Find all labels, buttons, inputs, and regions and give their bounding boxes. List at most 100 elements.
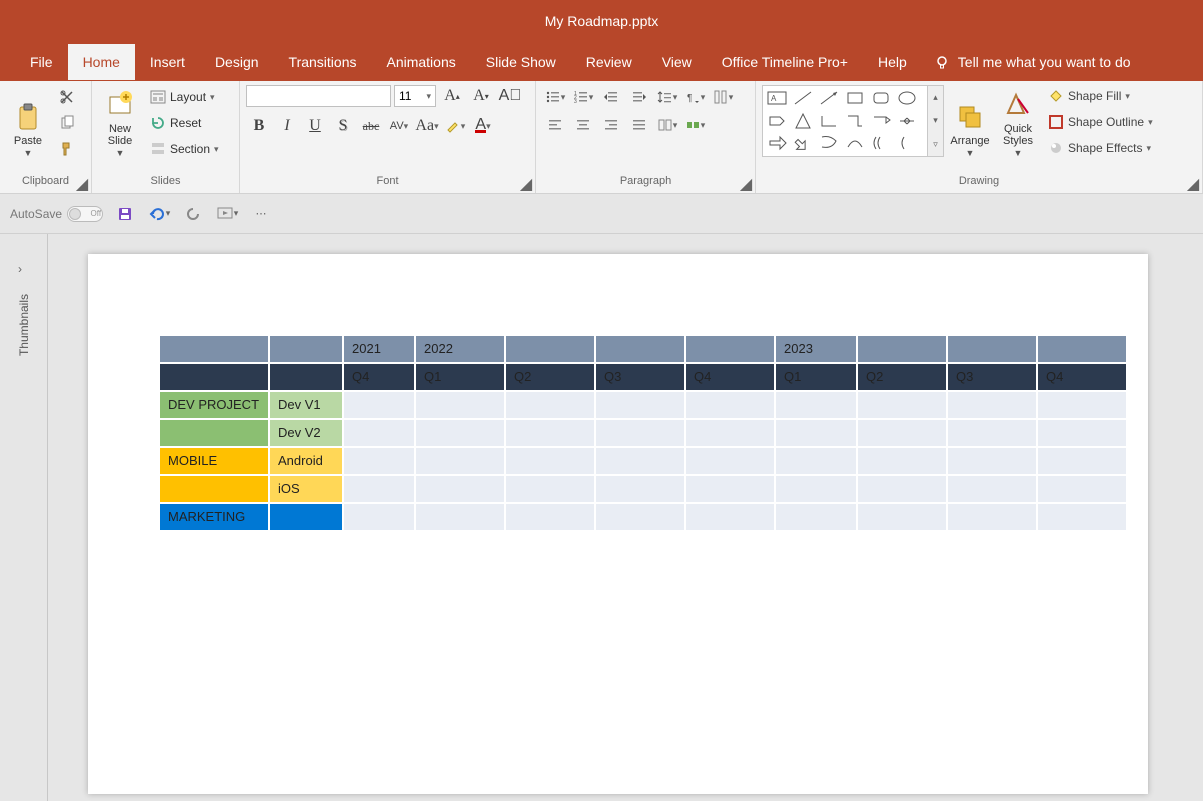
slide-canvas-area[interactable]: 202120222023Q4Q1Q2Q3Q4Q1Q2Q3Q4DEV PROJEC… xyxy=(48,234,1203,801)
shape-option[interactable] xyxy=(817,133,841,153)
align-text-vert-button[interactable]: ▾ xyxy=(710,85,736,109)
year-cell[interactable]: 2022 xyxy=(416,336,504,362)
font-name-combo[interactable] xyxy=(246,85,391,107)
paste-button[interactable]: Paste ▼ xyxy=(6,85,50,157)
dialog-launcher-icon[interactable]: ◢ xyxy=(1187,178,1199,190)
shape-option[interactable] xyxy=(817,88,841,108)
shape-option[interactable] xyxy=(895,111,919,131)
increase-indent-button[interactable] xyxy=(626,85,652,109)
quarter-cell[interactable]: Q1 xyxy=(416,364,504,390)
qat-customize-button[interactable]: ⋯ xyxy=(249,202,273,226)
table-cell[interactable] xyxy=(948,392,1036,418)
row-sublabel[interactable]: Dev V2 xyxy=(270,420,342,446)
columns-button[interactable]: ▾ xyxy=(654,113,680,137)
cut-button[interactable] xyxy=(54,85,80,109)
shape-option[interactable] xyxy=(765,111,789,131)
decrease-indent-button[interactable] xyxy=(598,85,624,109)
section-button[interactable]: Section▾ xyxy=(150,137,219,161)
slideshow-from-start-button[interactable]: ▾ xyxy=(215,202,239,226)
table-cell[interactable] xyxy=(776,504,856,530)
thumbnails-pane-collapsed[interactable]: › Thumbnails xyxy=(0,234,48,801)
justify-button[interactable] xyxy=(626,113,652,137)
table-cell[interactable] xyxy=(686,476,774,502)
tab-help[interactable]: Help xyxy=(863,44,922,80)
quarter-cell[interactable]: Q4 xyxy=(686,364,774,390)
table-cell[interactable] xyxy=(686,420,774,446)
bullets-button[interactable]: ▾ xyxy=(542,85,568,109)
row-sublabel[interactable]: Android xyxy=(270,448,342,474)
table-cell[interactable] xyxy=(948,420,1036,446)
align-center-button[interactable] xyxy=(570,113,596,137)
table-cell[interactable] xyxy=(596,420,684,446)
copy-button[interactable] xyxy=(54,111,80,135)
table-cell[interactable] xyxy=(344,392,414,418)
quarter-cell[interactable]: Q4 xyxy=(344,364,414,390)
table-cell[interactable] xyxy=(776,392,856,418)
year-cell[interactable]: 2021 xyxy=(344,336,414,362)
shape-option[interactable] xyxy=(869,133,893,153)
table-cell[interactable] xyxy=(686,504,774,530)
shape-option[interactable]: A xyxy=(765,88,789,108)
row-sublabel[interactable]: Dev V1 xyxy=(270,392,342,418)
table-cell[interactable] xyxy=(506,476,594,502)
dialog-launcher-icon[interactable]: ◢ xyxy=(76,178,88,190)
table-cell[interactable] xyxy=(858,448,946,474)
roadmap-table[interactable]: 202120222023Q4Q1Q2Q3Q4Q1Q2Q3Q4DEV PROJEC… xyxy=(158,334,1128,532)
tab-transitions[interactable]: Transitions xyxy=(274,44,372,80)
tab-home[interactable]: Home xyxy=(68,44,135,80)
table-cell[interactable] xyxy=(1038,392,1126,418)
table-cell[interactable] xyxy=(948,448,1036,474)
clear-formatting-button[interactable]: A⃠ xyxy=(497,85,523,107)
table-cell[interactable] xyxy=(1038,448,1126,474)
highlight-button[interactable]: ▾ xyxy=(442,115,468,137)
table-cell[interactable] xyxy=(858,392,946,418)
table-cell[interactable] xyxy=(416,476,504,502)
autosave-toggle[interactable]: AutoSave Off xyxy=(10,206,103,222)
row-label[interactable]: MARKETING xyxy=(160,504,268,530)
tab-view[interactable]: View xyxy=(647,44,707,80)
shape-option[interactable] xyxy=(791,88,815,108)
underline-button[interactable]: U xyxy=(302,115,328,137)
table-cell[interactable] xyxy=(948,476,1036,502)
table-cell[interactable] xyxy=(596,448,684,474)
dialog-launcher-icon[interactable]: ◢ xyxy=(520,178,532,190)
quarter-cell[interactable]: Q2 xyxy=(506,364,594,390)
tab-design[interactable]: Design xyxy=(200,44,274,80)
numbering-button[interactable]: 123▾ xyxy=(570,85,596,109)
table-cell[interactable] xyxy=(596,504,684,530)
line-spacing-button[interactable]: ▾ xyxy=(654,85,680,109)
align-right-button[interactable] xyxy=(598,113,624,137)
table-cell[interactable] xyxy=(858,420,946,446)
row-label[interactable] xyxy=(160,476,268,502)
table-cell[interactable] xyxy=(858,476,946,502)
quick-styles-button[interactable]: Quick Styles ▼ xyxy=(996,85,1040,157)
quarter-cell[interactable]: Q1 xyxy=(776,364,856,390)
quarter-cell[interactable]: Q2 xyxy=(858,364,946,390)
font-size-combo[interactable]: 11▾ xyxy=(394,85,436,107)
format-painter-button[interactable] xyxy=(54,137,80,161)
table-cell[interactable] xyxy=(686,392,774,418)
table-cell[interactable] xyxy=(344,420,414,446)
align-left-button[interactable] xyxy=(542,113,568,137)
shape-option[interactable] xyxy=(869,88,893,108)
shape-option[interactable] xyxy=(817,111,841,131)
increase-font-button[interactable]: A▴ xyxy=(439,85,465,107)
shape-outline-button[interactable]: Shape Outline▾ xyxy=(1048,111,1153,133)
shape-option[interactable] xyxy=(765,133,789,153)
table-cell[interactable] xyxy=(416,392,504,418)
new-slide-button[interactable]: New Slide ▼ xyxy=(98,85,142,157)
table-cell[interactable] xyxy=(344,448,414,474)
shapes-gallery-scroll[interactable]: ▴▾▿ xyxy=(928,85,944,157)
arrange-button[interactable]: Arrange ▼ xyxy=(948,85,992,157)
table-cell[interactable] xyxy=(506,504,594,530)
tab-file[interactable]: File xyxy=(15,44,68,80)
table-cell[interactable] xyxy=(858,504,946,530)
table-cell[interactable] xyxy=(776,420,856,446)
table-cell[interactable] xyxy=(1038,420,1126,446)
table-cell[interactable] xyxy=(596,476,684,502)
table-cell[interactable] xyxy=(416,420,504,446)
quarter-cell[interactable] xyxy=(160,364,268,390)
table-cell[interactable] xyxy=(1038,476,1126,502)
tell-me-search[interactable]: Tell me what you want to do xyxy=(922,54,1143,70)
row-sublabel[interactable] xyxy=(270,504,342,530)
